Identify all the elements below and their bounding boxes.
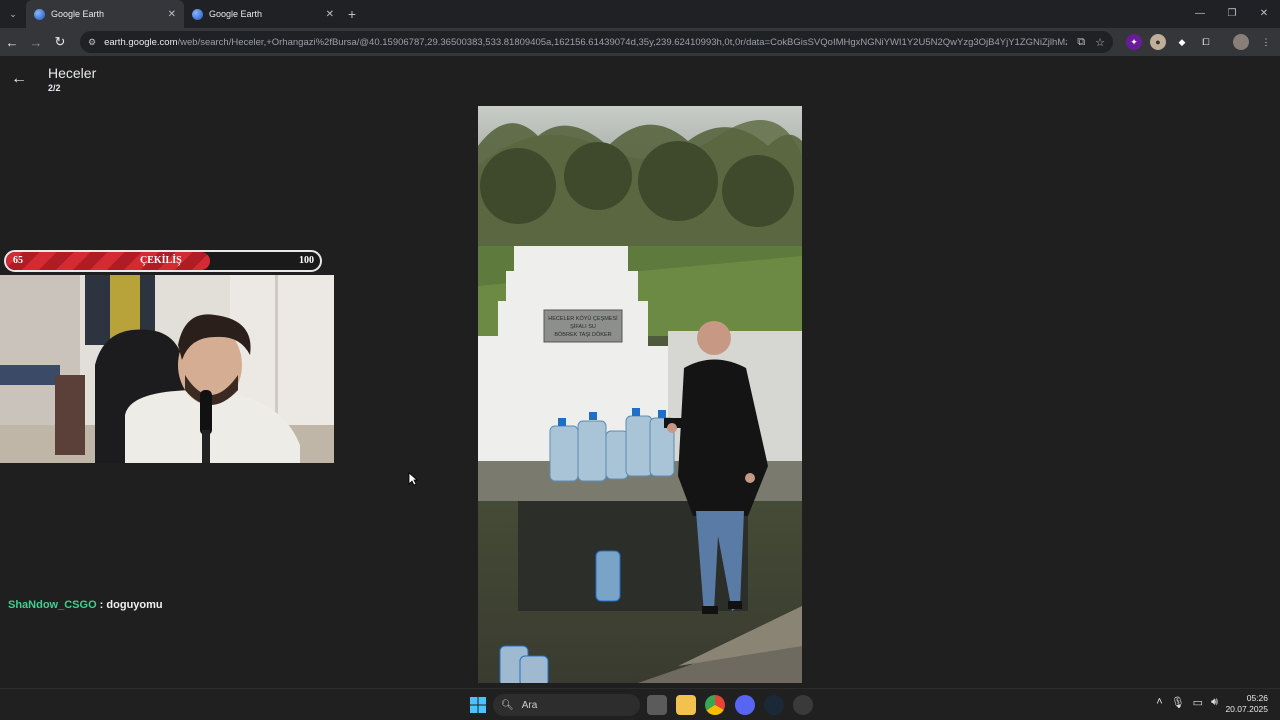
chat-username: ShaNdow_CSGO (8, 599, 97, 611)
photo-illustration: HECELER KÖYÜ ÇEŞMESİ ŞİFALI SU BÖBREK TA… (478, 106, 802, 683)
discord-icon[interactable] (735, 695, 755, 715)
extension-diamond-icon[interactable]: ◆ (1174, 34, 1190, 50)
bookmark-star-icon[interactable]: ☆ (1095, 36, 1105, 49)
earth-photo-viewer: ← Heceler 2/2 HECELER KÖYÜ ÇEŞMESİ ŞİFAL… (0, 56, 1280, 688)
tab-title: Google Earth (51, 9, 105, 19)
url-path: /web/search/Heceler,+Orhangazi%2fBursa/@… (177, 36, 1068, 48)
windows-taskbar: 🔍︎ Ara ˄ 🎙︎ ▭ 🔊︎ 05:26 20.07.2025 (0, 688, 1280, 720)
clock-time: 05:26 (1246, 693, 1268, 703)
site-info-icon[interactable]: ⚙ (88, 37, 96, 48)
svg-text:HECELER KÖYÜ ÇEŞMESİ: HECELER KÖYÜ ÇEŞMESİ (548, 315, 618, 322)
profile-avatar[interactable] (1233, 34, 1249, 50)
search-icon: 🔍︎ (501, 699, 514, 711)
chrome-icon[interactable] (705, 695, 725, 715)
close-tab-icon[interactable]: ✕ (168, 9, 176, 20)
chat-text: doguyomu (106, 599, 163, 611)
tab-title: Google Earth (209, 9, 263, 19)
clock-date: 20.07.2025 (1225, 704, 1268, 714)
back-arrow-icon[interactable]: ← (11, 70, 27, 88)
steam-icon[interactable] (764, 695, 784, 715)
location-photo[interactable]: HECELER KÖYÜ ÇEŞMESİ ŞİFALI SU BÖBREK TA… (478, 106, 802, 683)
globe-icon (34, 8, 45, 20)
windows-start-icon[interactable] (468, 695, 488, 715)
svg-text:BÖBREK TAŞI DÖKER: BÖBREK TAŞI DÖKER (554, 331, 611, 338)
tab-strip: ⌄ Google Earth ✕ Google Earth ✕ + — ❐ ✕ (0, 0, 1280, 28)
globe-icon (192, 8, 203, 20)
forward-icon[interactable]: → (24, 35, 48, 50)
new-tab-button[interactable]: + (342, 6, 362, 22)
url-host: earth.google.com (104, 36, 178, 48)
giveaway-progress-bar: 65 ÇEKİLİŞ 100 (4, 250, 322, 272)
app-icon[interactable] (793, 695, 813, 715)
tab-google-earth-1[interactable]: Google Earth ✕ (26, 0, 184, 28)
streamer-webcam (0, 275, 334, 463)
install-app-icon[interactable]: ⧉ (1077, 36, 1085, 49)
webcam-illustration (0, 275, 334, 463)
giveaway-goal-value: 100 (299, 255, 314, 266)
address-bar[interactable]: ⚙ earth.google.com /web/search/Heceler,+… (80, 31, 1113, 53)
system-tray: ˄ 🎙︎ ▭ 🔊︎ (1156, 696, 1218, 709)
extension-icon[interactable]: ✦ (1126, 34, 1142, 50)
back-icon[interactable]: ← (0, 35, 24, 50)
tab-google-earth-2[interactable]: Google Earth ✕ (184, 0, 342, 28)
reload-icon[interactable]: ↻ (48, 34, 72, 50)
task-view-icon[interactable] (647, 695, 667, 715)
taskbar-search[interactable]: 🔍︎ Ara (493, 694, 640, 716)
page-title: Heceler (48, 65, 97, 81)
tray-chevron-up-icon[interactable]: ˄ (1156, 696, 1162, 709)
svg-text:ŞİFALI SU: ŞİFALI SU (570, 323, 596, 330)
mouse-cursor-icon (408, 472, 418, 486)
network-icon[interactable]: ▭ (1193, 696, 1203, 709)
file-explorer-icon[interactable] (676, 695, 696, 715)
restore-icon[interactable]: ❐ (1216, 0, 1248, 28)
chat-message: ShaNdow_CSGO : doguyomu (8, 599, 163, 611)
extension-icon-2[interactable]: ● (1150, 34, 1166, 50)
minimize-icon[interactable]: — (1184, 0, 1216, 28)
browser-toolbar: ← → ↻ ⚙ earth.google.com /web/search/Hec… (0, 28, 1280, 56)
giveaway-current-value: 65 (13, 255, 23, 266)
search-placeholder: Ara (521, 699, 538, 711)
close-window-icon[interactable]: ✕ (1248, 0, 1280, 28)
chat-separator: : (96, 599, 107, 611)
volume-icon[interactable]: 🔊︎ (1211, 696, 1218, 709)
taskbar-clock[interactable]: 05:26 20.07.2025 (1225, 693, 1268, 715)
microphone-icon[interactable]: 🎙︎ (1171, 696, 1185, 709)
tab-search-chevron-icon[interactable]: ⌄ (0, 9, 26, 20)
menu-kebab-icon[interactable]: ⋮ (1258, 34, 1274, 50)
window-controls: — ❐ ✕ (1184, 0, 1280, 28)
photo-counter: 2/2 (48, 83, 61, 93)
giveaway-label: ÇEKİLİŞ (140, 255, 182, 266)
extensions-puzzle-icon[interactable]: ⧠ (1198, 34, 1214, 50)
close-tab-icon[interactable]: ✕ (326, 9, 334, 20)
